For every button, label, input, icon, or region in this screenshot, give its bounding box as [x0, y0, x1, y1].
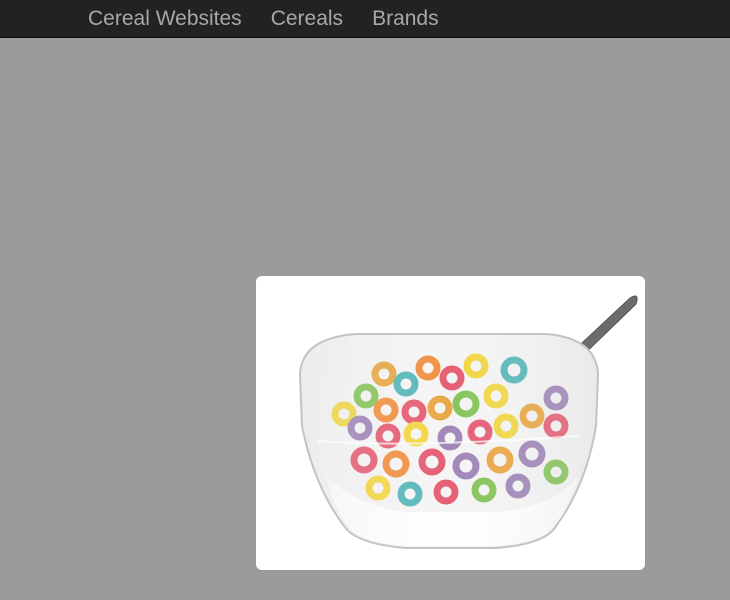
main-content	[0, 38, 730, 600]
nav-link-cereals[interactable]: Cereals	[271, 7, 343, 30]
top-navbar: Cereal Websites Cereals Brands	[0, 0, 730, 38]
cereal-bowl-illustration	[298, 295, 638, 549]
nav-list: Cereal Websites Cereals Brands	[88, 0, 468, 38]
nav-link-cereal-websites[interactable]: Cereal Websites	[88, 7, 242, 30]
nav-link-brands[interactable]: Brands	[372, 7, 439, 30]
cereal-bowl-image	[256, 276, 645, 570]
